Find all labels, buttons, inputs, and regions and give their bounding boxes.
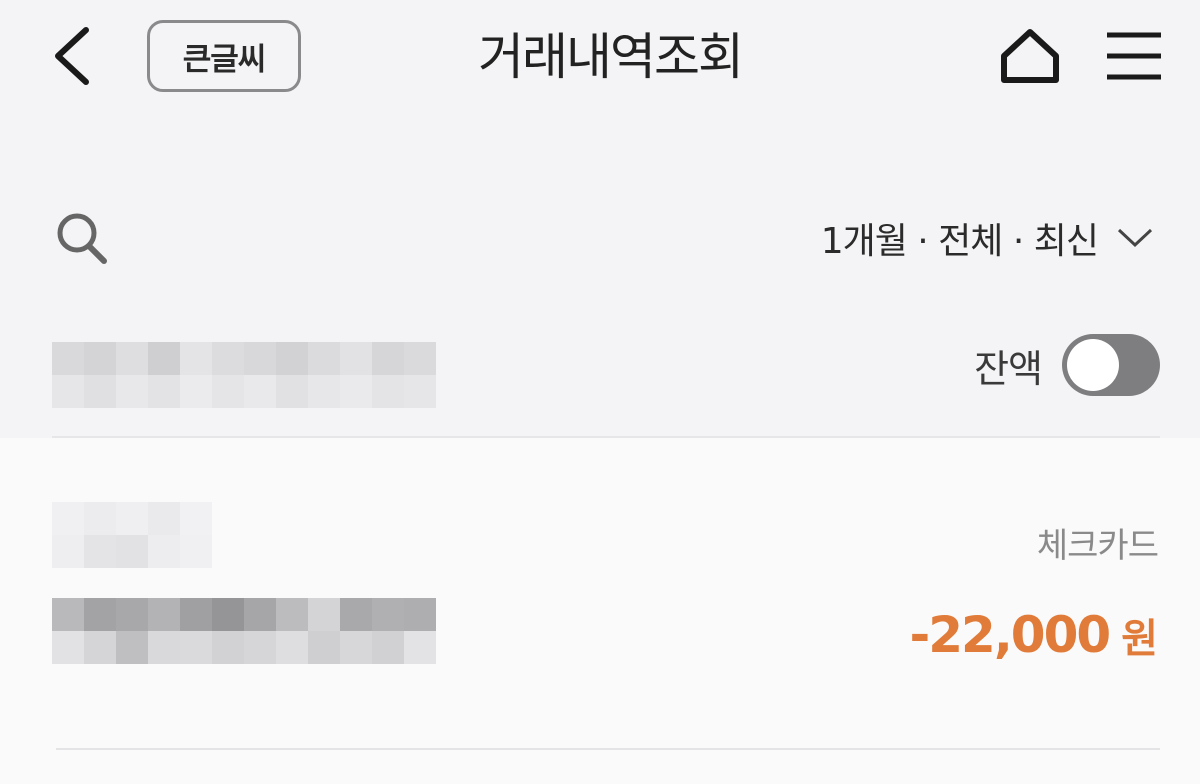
search-icon	[57, 213, 107, 264]
page-title: 거래내역조회	[478, 28, 744, 86]
period-filter-dropdown[interactable]: 1개월 · 전체 · 최신	[821, 208, 1154, 268]
transaction-list: 체크카드 -22,000 원	[0, 438, 1200, 784]
home-button[interactable]	[994, 22, 1066, 90]
chevron-left-icon	[55, 27, 89, 85]
transaction-date-redacted	[52, 502, 212, 568]
transaction-amount-unit: 원	[1121, 616, 1158, 662]
transaction-amount-value: -22,000	[909, 606, 1111, 664]
large-font-label: 큰글씨	[182, 41, 267, 78]
search-button[interactable]	[48, 205, 114, 271]
back-button[interactable]	[40, 18, 104, 94]
balance-toggle-row: 잔액	[974, 330, 1160, 400]
filter-summary: 1개월 · 전체 · 최신	[820, 221, 1099, 262]
balance-toggle[interactable]	[1062, 334, 1160, 396]
toggle-knob	[1067, 339, 1119, 391]
menu-button[interactable]	[1098, 22, 1170, 90]
large-font-button[interactable]: 큰글씨	[147, 20, 301, 92]
top-app-bar: 큰글씨 거래내역조회	[0, 0, 1200, 120]
transaction-type: 체크카드	[1036, 526, 1159, 566]
transaction-amount: -22,000 원	[909, 606, 1158, 664]
transaction-item[interactable]: 체크카드 -22,000 원	[0, 438, 1200, 750]
transaction-merchant-redacted	[52, 598, 436, 664]
balance-label: 잔액	[974, 346, 1043, 391]
hamburger-menu-icon	[1107, 32, 1161, 80]
account-name-redacted	[52, 342, 436, 408]
chevron-down-icon	[1117, 228, 1153, 248]
home-icon	[1001, 29, 1059, 83]
transaction-history-screen: 큰글씨 거래내역조회 1개월 · 전체 · 최신 잔액 체크카드 -22,000…	[0, 0, 1200, 784]
divider	[56, 748, 1160, 750]
